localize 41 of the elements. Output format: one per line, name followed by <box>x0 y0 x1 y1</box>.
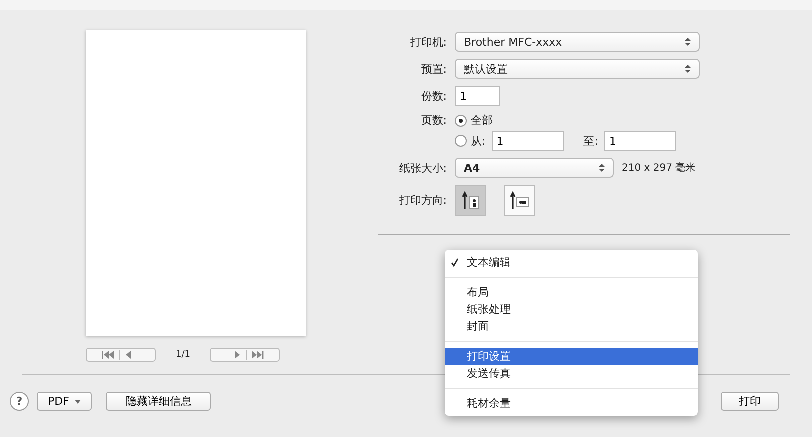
print-button[interactable]: 打印 <box>721 392 779 411</box>
stepper-icon <box>685 37 691 47</box>
printer-label: 打印机: <box>409 34 448 50</box>
checkmark-icon <box>451 258 459 267</box>
paper-size-label: 纸张大小: <box>398 160 448 176</box>
printer-popup[interactable]: Brother MFC-xxxx <box>455 32 700 52</box>
landscape-icon <box>510 190 530 210</box>
paper-size-popup[interactable]: A4 <box>455 158 614 178</box>
next-page-buttons[interactable] <box>210 348 280 362</box>
menu-item[interactable]: 耗材余量 <box>445 395 698 412</box>
copies-field[interactable]: 1 <box>455 86 500 106</box>
menu-item[interactable]: 纸张处理 <box>445 301 698 318</box>
to-page-field[interactable]: 1 <box>604 131 676 151</box>
radio-label: 从: <box>471 134 486 148</box>
landscape-button[interactable] <box>504 185 535 216</box>
menu-item[interactable]: 打印设置 <box>445 348 698 365</box>
portrait-button[interactable] <box>455 185 486 216</box>
preset-label: 预置: <box>420 62 448 76</box>
preset-popup[interactable]: 默认设置 <box>455 59 700 79</box>
previous-page-buttons[interactable] <box>86 348 156 362</box>
pdf-button[interactable]: PDF <box>37 392 92 411</box>
portrait-icon <box>462 190 480 210</box>
hide-details-button[interactable]: 隐藏详细信息 <box>106 392 212 411</box>
menu-item[interactable]: 封面 <box>445 318 698 335</box>
menu-item[interactable]: 布局 <box>445 284 698 301</box>
copies-label: 份数: <box>420 88 448 104</box>
help-button[interactable]: ? <box>10 392 29 411</box>
orientation-label: 打印方向: <box>398 193 448 208</box>
stepper-icon <box>599 163 605 173</box>
from-page-field[interactable]: 1 <box>492 131 564 151</box>
menu-item[interactable]: 文本编辑 <box>445 254 698 271</box>
radio-button[interactable] <box>455 114 467 126</box>
radio-button[interactable] <box>455 135 467 147</box>
stepper-icon <box>685 64 691 74</box>
paper-dimensions: 210 x 297 毫米 <box>622 162 696 175</box>
to-label: 至: <box>584 134 598 148</box>
menu-item[interactable]: 发送传真 <box>445 365 698 382</box>
page-indicator: 1/1 <box>176 350 190 360</box>
radio-label: 全部 <box>471 113 493 128</box>
caret-icon <box>75 400 82 404</box>
pages-label: 页数: <box>420 113 448 128</box>
